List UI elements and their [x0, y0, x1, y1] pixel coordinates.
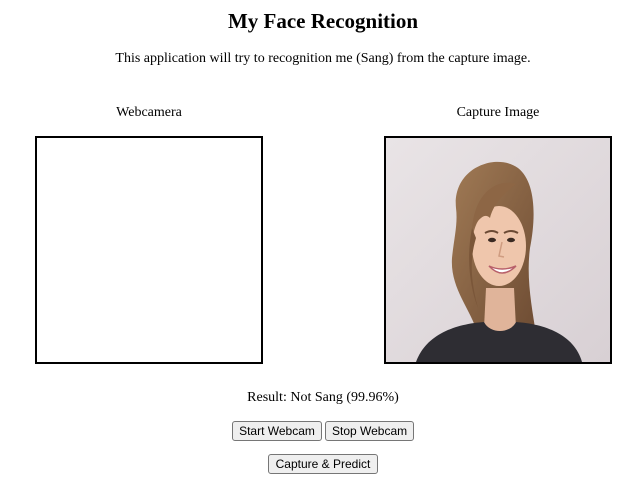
- prediction-result: Result: Not Sang (99.96%): [247, 390, 399, 405]
- webcam-video-frame: [35, 136, 263, 364]
- page-title: My Face Recognition: [227, 9, 419, 33]
- captured-face-photo: [386, 138, 610, 362]
- capture-predict-button[interactable]: Capture & Predict: [268, 454, 378, 474]
- captured-image-frame: [384, 136, 612, 364]
- stop-webcam-button[interactable]: Stop Webcam: [325, 421, 414, 441]
- capture-image-label: Capture Image: [456, 105, 540, 120]
- page-description: This application will try to recognition…: [115, 51, 531, 66]
- start-webcam-button[interactable]: Start Webcam: [232, 421, 322, 441]
- webcam-label: Webcamera: [116, 105, 182, 120]
